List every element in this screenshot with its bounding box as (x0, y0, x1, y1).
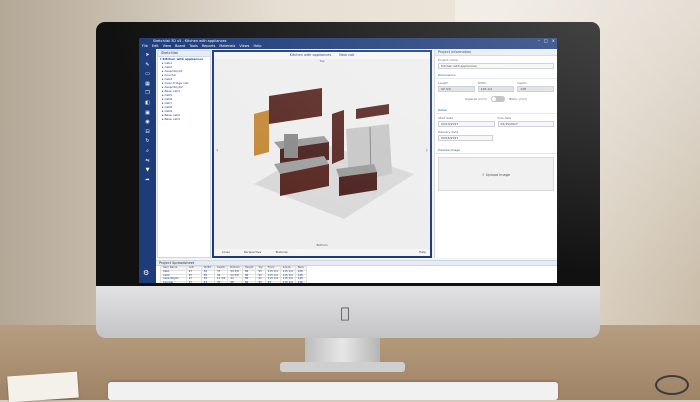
monitor-stand-base (280, 362, 405, 372)
eyeglasses (655, 375, 689, 395)
notebook (7, 371, 79, 402)
ambient-light (0, 0, 700, 330)
keyboard (108, 382, 558, 400)
